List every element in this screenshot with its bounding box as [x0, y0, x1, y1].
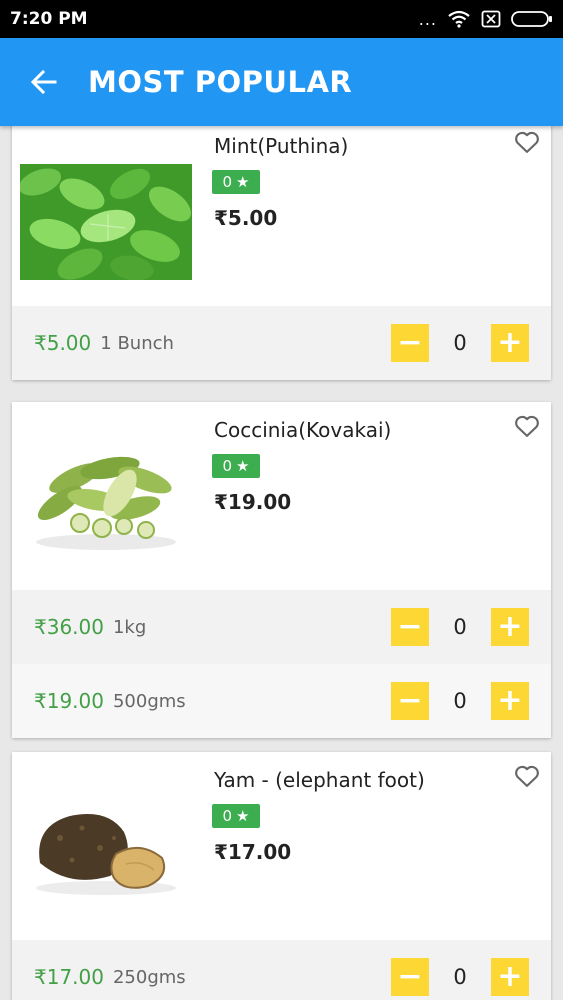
variant-unit: 500gms — [112, 690, 186, 712]
quantity-value: 0 — [453, 965, 467, 989]
increase-button[interactable]: + — [491, 682, 529, 720]
wifi-icon — [448, 10, 470, 28]
quantity-value: 0 — [453, 331, 467, 355]
battery-icon — [511, 11, 552, 27]
product-price: ₹5.00 — [214, 206, 278, 230]
heart-icon[interactable] — [513, 762, 541, 790]
variant-row: ₹17.00 250gms − 0 + — [12, 940, 551, 1000]
rating-badge: 0 ★ — [212, 170, 260, 194]
product-card[interactable]: Mint(Puthina) 0 ★ ₹5.00 ₹5.00 1 Bunch − … — [12, 126, 551, 380]
star-icon: ★ — [236, 173, 250, 191]
product-name[interactable]: Coccinia(Kovakai) — [214, 418, 391, 442]
variant-row: ₹5.00 1 Bunch − 0 + — [12, 306, 551, 380]
quantity-stepper: − 0 + — [391, 324, 529, 362]
no-sim-icon — [481, 10, 501, 28]
mint-leaves-image — [20, 164, 192, 280]
quantity-stepper: − 0 + — [391, 682, 529, 720]
increase-button[interactable]: + — [491, 608, 529, 646]
product-price: ₹19.00 — [214, 490, 292, 514]
page-title: MOST POPULAR — [88, 65, 353, 99]
rating-badge: 0 ★ — [212, 804, 260, 828]
decrease-button[interactable]: − — [391, 324, 429, 362]
ivy-gourd-image — [20, 438, 192, 554]
star-icon: ★ — [236, 807, 250, 825]
increase-button[interactable]: + — [491, 958, 529, 996]
product-header[interactable]: Mint(Puthina) 0 ★ ₹5.00 — [12, 126, 551, 306]
variant-row: ₹36.00 1kg − 0 + — [12, 590, 551, 664]
variant-price: ₹36.00 — [34, 615, 104, 639]
decrease-button[interactable]: − — [391, 682, 429, 720]
quantity-value: 0 — [453, 615, 467, 639]
heart-icon[interactable] — [513, 412, 541, 440]
rating-badge: 0 ★ — [212, 454, 260, 478]
product-card[interactable]: Coccinia(Kovakai) 0 ★ ₹19.00 ₹36.00 1kg … — [12, 402, 551, 738]
quantity-stepper: − 0 + — [391, 608, 529, 646]
back-button[interactable] — [0, 38, 88, 126]
quantity-stepper: − 0 + — [391, 958, 529, 996]
heart-icon[interactable] — [513, 128, 541, 156]
increase-button[interactable]: + — [491, 324, 529, 362]
variant-unit: 1 Bunch — [100, 332, 174, 354]
variant-price: ₹17.00 — [34, 965, 104, 989]
star-icon: ★ — [236, 457, 250, 475]
variant-unit: 1kg — [112, 616, 147, 638]
status-bar: 7:20 PM ... — [0, 0, 563, 38]
product-list[interactable]: Mint(Puthina) 0 ★ ₹5.00 ₹5.00 1 Bunch − … — [0, 126, 563, 1000]
product-header[interactable]: Yam - (elephant foot) 0 ★ ₹17.00 — [12, 752, 551, 940]
product-header[interactable]: Coccinia(Kovakai) 0 ★ ₹19.00 — [12, 402, 551, 590]
status-icons: ... — [419, 10, 553, 29]
elephant-foot-yam-image — [20, 788, 192, 904]
rating-value: 0 — [222, 807, 233, 825]
decrease-button[interactable]: − — [391, 608, 429, 646]
product-price: ₹17.00 — [214, 840, 292, 864]
variant-unit: 250gms — [112, 966, 186, 988]
rating-value: 0 — [222, 457, 233, 475]
arrow-left-icon — [30, 69, 57, 95]
decrease-button[interactable]: − — [391, 958, 429, 996]
product-name[interactable]: Mint(Puthina) — [214, 134, 348, 158]
variant-price: ₹19.00 — [34, 689, 104, 713]
product-card[interactable]: Yam - (elephant foot) 0 ★ ₹17.00 ₹17.00 … — [12, 752, 551, 1000]
rating-value: 0 — [222, 173, 233, 191]
more-dots-icon: ... — [418, 9, 437, 29]
product-name[interactable]: Yam - (elephant foot) — [214, 768, 425, 792]
quantity-value: 0 — [453, 689, 467, 713]
status-time: 7:20 PM — [10, 9, 88, 29]
variant-row: ₹19.00 500gms − 0 + — [12, 664, 551, 738]
variant-price: ₹5.00 — [34, 331, 92, 355]
app-bar: MOST POPULAR — [0, 38, 563, 126]
